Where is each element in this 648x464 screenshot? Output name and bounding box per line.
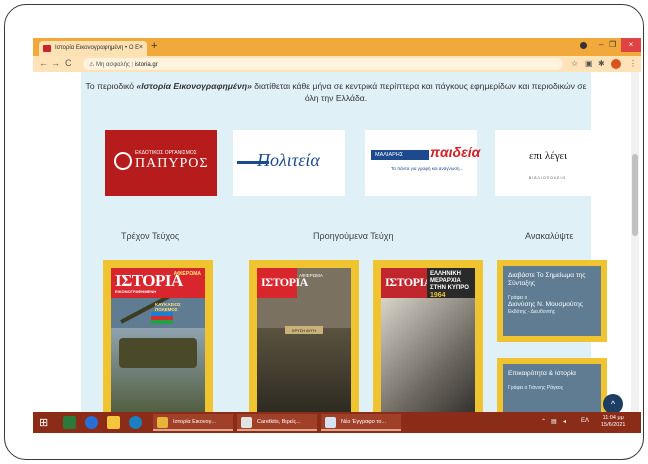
taskbar-app-word[interactable]: Νέο Έγγραφο το... bbox=[321, 414, 401, 431]
url-text: istoria.gr bbox=[134, 62, 158, 68]
taskbar-app-chrome[interactable]: Ιστορία Εικονογ... bbox=[153, 414, 233, 431]
taskbar-app-acrobat[interactable]: Caretkits, Βιρείς... bbox=[237, 414, 317, 431]
browser-toolbar: ← → C ⚠ Μη ασφαλής | istoria.gr ☆ ▣ ✱ ⋮ bbox=[33, 56, 641, 72]
screen: Ιστορία Εικονογραφημένη • Ο Ε × + – ❐ × … bbox=[33, 38, 641, 433]
menu-icon[interactable]: ⋮ bbox=[629, 59, 637, 68]
cover-masthead: ΙΣΤΟΡΙΑ bbox=[381, 268, 432, 298]
windows-taskbar: ⊞ Ιστορία Εικονογ... Caretkits, Βιρείς..… bbox=[33, 412, 641, 433]
minimize-button[interactable]: – bbox=[599, 40, 603, 49]
reload-icon[interactable]: C bbox=[65, 58, 72, 68]
address-bar[interactable]: ⚠ Μη ασφαλής | istoria.gr bbox=[83, 58, 563, 70]
monitor-frame: Ιστορία Εικονογραφημένη • Ο Ε × + – ❐ × … bbox=[4, 4, 644, 460]
sponsor-papyros-logo[interactable]: ΕΚΔΟΤΙΚΟΣ ΟΡΓΑΝΙΣΜΟΣ ΠΑΠΥΡΟΣ bbox=[105, 130, 217, 196]
previous-issue-cover-1[interactable]: ΙΣΤΟΡΙΑ ΑΦΙΕΡΩΜΑ ΧΡΥΣΗ ΑΥΓΗ bbox=[249, 260, 359, 420]
web-page: Το περιοδικό «Ιστορία Εικονογραφημένη» δ… bbox=[33, 72, 641, 420]
sponsor-politeia-logo[interactable]: Πολιτεία bbox=[233, 130, 345, 196]
windows-start-icon[interactable]: ⊞ bbox=[39, 416, 48, 429]
current-affairs-card[interactable]: Επικαιρότητα & Ιστορία Γράφει ο Γιάννης … bbox=[497, 358, 607, 418]
word-icon bbox=[325, 417, 336, 428]
availability-notice: Το περιοδικό «Ιστορία Εικονογραφημένη» δ… bbox=[85, 81, 587, 103]
edge-icon[interactable] bbox=[85, 416, 98, 429]
network-icon[interactable]: ▤ bbox=[551, 418, 557, 425]
store-icon[interactable] bbox=[63, 416, 76, 429]
new-tab-button[interactable]: + bbox=[151, 40, 157, 52]
security-label: Μη ασφαλής bbox=[96, 62, 130, 68]
editorial-note-card[interactable]: Διαβάστε Το Σημείωμα της Σύνταξης Γράφει… bbox=[497, 260, 607, 342]
skype-icon[interactable] bbox=[129, 416, 142, 429]
browser-tab-strip: Ιστορία Εικονογραφημένη • Ο Ε × + – ❐ × bbox=[33, 38, 641, 56]
heading-current-issue: Τρέχον Τεύχος bbox=[121, 231, 180, 241]
scrollbar-thumb[interactable] bbox=[632, 154, 638, 236]
heading-previous-issues: Προηγούμενα Τεύχη bbox=[313, 231, 394, 241]
tank-image bbox=[119, 338, 197, 368]
taskbar-clock[interactable]: 11:04 μμ 15/6/2021 bbox=[601, 415, 625, 429]
forward-icon[interactable]: → bbox=[51, 58, 60, 68]
cover-masthead: ΙΣΤΟΡΙΑ ΕΙΚΟΝΟΓΡΑΦΗΜΕΝΗ ΑΦΙΕΡΩΜΑ bbox=[111, 268, 205, 298]
acrobat-icon bbox=[241, 417, 252, 428]
extension-icon[interactable]: ▣ bbox=[585, 59, 593, 68]
record-indicator-icon bbox=[580, 42, 587, 49]
sponsor-paideia-logo[interactable]: ΜΑΛΙΑΡΗΣ παιδεία Τα πάντα για γραφή και … bbox=[365, 130, 480, 196]
browser-tab[interactable]: Ιστορία Εικονογραφημένη • Ο Ε × bbox=[39, 41, 147, 56]
site-favicon-icon bbox=[43, 45, 51, 52]
sponsor-epilegei-logo[interactable]: επι λέγει ΒΙΒΛΙΟΠΩΛΕΙΟ bbox=[495, 130, 607, 196]
cover-masthead: ΙΣΤΟΡΙΑ bbox=[257, 268, 308, 298]
back-to-top-button[interactable]: ^ bbox=[603, 394, 623, 414]
tray-up-arrow-icon[interactable]: ⌃ bbox=[541, 418, 546, 425]
file-explorer-icon[interactable] bbox=[107, 416, 120, 429]
info-icon: ⚠ bbox=[89, 62, 97, 68]
current-issue-cover[interactable]: ΙΣΤΟΡΙΑ ΕΙΚΟΝΟΓΡΑΦΗΜΕΝΗ ΑΦΙΕΡΩΜΑ ΚΑΥΚΑΣΙ… bbox=[103, 260, 213, 420]
tab-title: Ιστορία Εικονογραφημένη • Ο Ε bbox=[55, 45, 140, 51]
language-indicator[interactable]: ΕΛ bbox=[581, 418, 589, 424]
heading-discover: Ανακαλύψτε bbox=[525, 231, 574, 241]
profile-icon[interactable] bbox=[611, 59, 621, 69]
puzzle-icon[interactable]: ✱ bbox=[598, 59, 605, 68]
star-icon[interactable]: ☆ bbox=[571, 59, 578, 68]
back-icon[interactable]: ← bbox=[39, 58, 48, 68]
maximize-button[interactable]: ❐ bbox=[609, 40, 616, 49]
magazine-name: «Ιστορία Εικονογραφημένη» bbox=[136, 81, 252, 91]
volume-icon[interactable]: ◂ bbox=[563, 418, 566, 425]
previous-issue-cover-2[interactable]: ΙΣΤΟΡΙΑ ΕΛΛΗΝΙΚΗ ΜΕΡΑΡΧΙΑ ΣΤΗΝ ΚΥΠΡΟ 196… bbox=[373, 260, 483, 420]
flag-image bbox=[151, 312, 173, 324]
page-scrollbar[interactable] bbox=[631, 72, 639, 412]
close-window-button[interactable]: × bbox=[621, 38, 641, 52]
tab-close-icon[interactable]: × bbox=[139, 44, 143, 51]
chrome-icon bbox=[157, 417, 168, 428]
emblem-icon bbox=[114, 152, 132, 170]
page-content: Το περιοδικό «Ιστορία Εικονογραφημένη» δ… bbox=[81, 72, 607, 420]
